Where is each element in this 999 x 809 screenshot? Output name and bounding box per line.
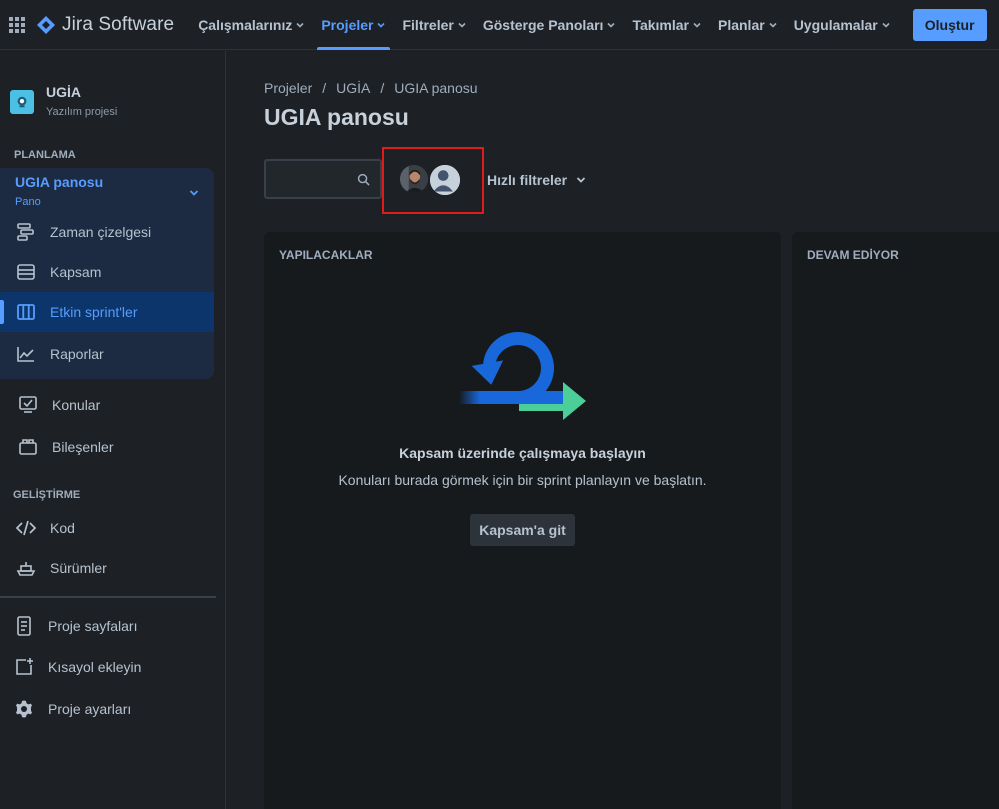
add-shortcut-icon (16, 658, 33, 675)
breadcrumb-board[interactable]: UGIA panosu (394, 80, 477, 96)
breadcrumb: Projeler / UGİA / UGIA panosu (264, 80, 478, 96)
project-name: UGİA (46, 84, 81, 100)
create-button[interactable]: Oluştur (912, 8, 987, 41)
chevron-down-icon (296, 22, 304, 28)
nav-label: Projeler (321, 16, 374, 33)
settings-icon (16, 700, 32, 718)
board-name: UGIA panosu (15, 174, 104, 190)
nav-teams[interactable]: Takımlar (624, 0, 710, 50)
column-title: YAPILACAKLAR (279, 248, 373, 262)
nav-label: Uygulamalar (793, 16, 878, 33)
nav-your-work[interactable]: Çalışmalarınız (190, 0, 313, 50)
board-column-todo: YAPILACAKLAR Kapsam üzerinde çalışmaya b… (264, 232, 781, 809)
chevron-down-icon (377, 22, 386, 28)
chevron-down-icon (693, 22, 701, 28)
project-type: Yazılım projesi (46, 106, 118, 118)
user-icon (430, 165, 460, 195)
go-to-backlog-button[interactable]: Kapsam'a git (470, 514, 575, 546)
sidebar-item-issues[interactable]: Konular (0, 385, 214, 425)
planning-section-header: PLANLAMA (14, 149, 76, 161)
chevron-down-icon[interactable] (188, 187, 200, 199)
board-column-in-progress: DEVAM EDİYOR (792, 232, 999, 809)
sidebar-item-label: Zaman çizelgesi (50, 224, 152, 240)
app-switcher-button[interactable] (0, 8, 34, 42)
sidebar-item-label: Konular (52, 397, 101, 413)
components-icon (19, 439, 37, 455)
breadcrumb-separator: / (380, 80, 385, 96)
top-navigation: Jira Software Çalışmalarınız Projeler Fi… (0, 0, 999, 50)
sidebar-item-label: Proje ayarları (48, 701, 132, 717)
nav-label: Takımlar (632, 16, 689, 33)
user-photo-icon (400, 165, 428, 193)
project-header[interactable]: UGİA Yazılım projesi (0, 51, 225, 118)
nav-apps[interactable]: Uygulamalar (786, 0, 899, 50)
sidebar-item-label: Bileşenler (52, 439, 114, 455)
search-input[interactable] (266, 161, 356, 197)
board-search (264, 159, 382, 199)
sidebar-item-components[interactable]: Bileşenler (0, 427, 214, 467)
nav-label: Planlar (717, 16, 765, 33)
nav-plans[interactable]: Planlar (710, 0, 786, 50)
chevron-down-icon (882, 22, 890, 28)
sidebar-item-releases[interactable]: Sürümler (0, 548, 214, 588)
sidebar-item-active-sprints[interactable]: Etkin sprint'ler (0, 292, 214, 332)
sidebar-divider (0, 596, 216, 598)
sidebar-item-code[interactable]: Kod (0, 508, 214, 548)
sidebar: UGİA Yazılım projesi PLANLAMA UGIA panos… (0, 51, 226, 809)
sidebar-item-reports[interactable]: Raporlar (0, 334, 214, 374)
sidebar-item-label: Kod (50, 520, 75, 536)
sidebar-item-project-pages[interactable]: Proje sayfaları (0, 606, 214, 646)
development-section-header: GELİŞTİRME (13, 489, 81, 501)
sidebar-item-backlog[interactable]: Kapsam (0, 252, 214, 292)
nav-filters[interactable]: Filtreler (394, 0, 474, 50)
sidebar-item-label: Raporlar (50, 346, 104, 362)
chevron-down-icon (458, 22, 466, 28)
sidebar-item-label: Kapsam (50, 264, 102, 280)
sidebar-item-label: Proje sayfaları (48, 618, 138, 634)
reports-icon (17, 347, 34, 362)
releases-icon (16, 562, 36, 576)
empty-state-description: Konuları burada görmek için bir sprint p… (338, 472, 707, 488)
sidebar-item-label: Sürümler (50, 560, 107, 576)
user-avatar[interactable] (398, 163, 430, 195)
sidebar-item-label: Etkin sprint'ler (50, 304, 138, 320)
sprint-cycle-illustration-icon (459, 332, 586, 420)
nav-label: Filtreler (402, 16, 454, 33)
jira-logo[interactable]: Jira Software (36, 14, 174, 36)
breadcrumb-separator: / (322, 80, 327, 96)
breadcrumb-projects[interactable]: Projeler (264, 80, 312, 96)
sidebar-item-label: Kısayol ekleyin (48, 659, 142, 675)
nav-label: Çalışmalarınız (198, 16, 293, 33)
code-icon (16, 520, 36, 536)
app-grid-icon (9, 16, 25, 33)
quick-filters-dropdown[interactable]: Hızlı filtreler (487, 172, 587, 188)
board-type: Pano (15, 196, 41, 208)
jira-diamond-icon (37, 15, 55, 34)
breadcrumb-project[interactable]: UGİA (336, 80, 370, 96)
empty-state-title: Kapsam üzerinde çalışmaya başlayın (399, 445, 646, 461)
project-avatar-icon (10, 90, 34, 114)
planning-group: UGIA panosu Pano Zaman çizelgesi Kapsam … (0, 168, 214, 379)
timeline-icon (17, 223, 34, 241)
sidebar-item-timeline[interactable]: Zaman çizelgesi (0, 212, 214, 252)
issues-icon (19, 396, 37, 413)
unassigned-avatar[interactable] (428, 163, 462, 197)
chevron-down-icon (607, 22, 616, 28)
search-icon (357, 173, 370, 186)
board-selector[interactable]: UGIA panosu Pano (15, 174, 103, 208)
sidebar-item-project-settings[interactable]: Proje ayarları (0, 689, 214, 729)
page-icon (17, 616, 31, 636)
quick-filters-label: Hızlı filtreler (487, 172, 568, 188)
backlog-icon (17, 264, 35, 280)
sidebar-item-add-shortcut[interactable]: Kısayol ekleyin (0, 647, 214, 687)
board-icon (17, 304, 35, 320)
chevron-down-icon (577, 177, 586, 183)
column-title: DEVAM EDİYOR (807, 248, 899, 262)
nav-projects[interactable]: Projeler (313, 0, 394, 50)
chevron-down-icon (769, 22, 777, 28)
nav-dashboards[interactable]: Gösterge Panoları (475, 0, 625, 50)
app-title: Jira Software (62, 13, 175, 35)
page-title: UGIA panosu (264, 104, 409, 130)
nav-label: Gösterge Panoları (482, 16, 604, 33)
